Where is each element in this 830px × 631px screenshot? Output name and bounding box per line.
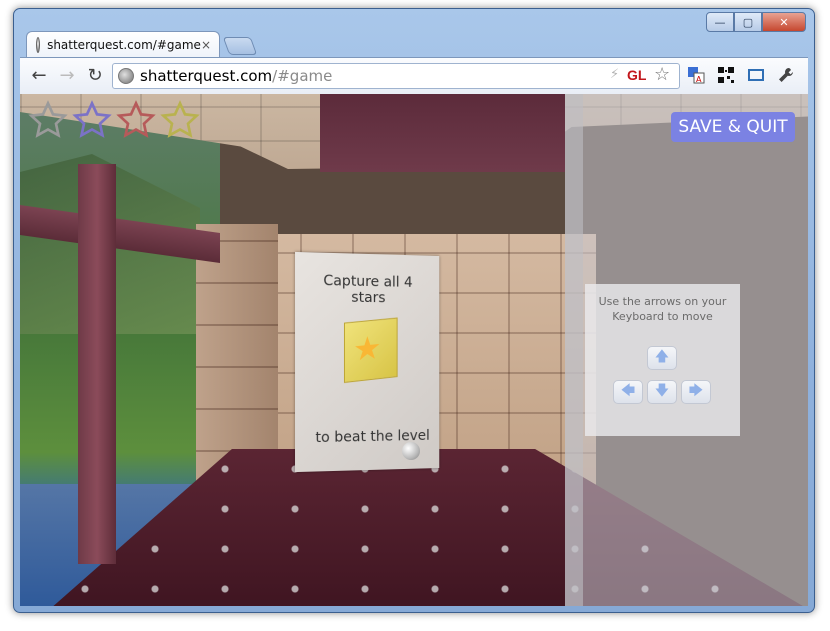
sign-line-1: Capture all 4 stars [323, 272, 413, 307]
arrow-down-key-icon: 🡇 [647, 380, 677, 404]
translate-icon[interactable]: A [686, 65, 706, 85]
tab-game[interactable]: shatterquest.com/#game × [26, 31, 220, 58]
close-window-button[interactable]: ✕ [762, 12, 806, 32]
save-quit-button[interactable]: SAVE & QUIT [671, 112, 795, 142]
ceiling-panel [320, 94, 565, 172]
window-beam-vertical [78, 164, 116, 564]
hint-sign: Capture all 4 stars to beat the level [295, 251, 440, 473]
fullscreen-icon[interactable] [746, 65, 766, 85]
star-counter [26, 100, 202, 140]
star-cube-icon [343, 317, 398, 383]
glass-edge [565, 94, 583, 606]
url-text: shatterquest.com/#game [140, 67, 332, 85]
address-bar[interactable]: shatterquest.com/#game ⚡ GL ☆ [112, 63, 680, 89]
wrench-icon[interactable] [776, 65, 796, 85]
globe-icon [118, 68, 134, 84]
url-host: shatterquest.com [140, 67, 273, 85]
star-outline-icon [26, 100, 70, 140]
minimize-button[interactable]: — [706, 12, 734, 32]
url-path: /#game [272, 67, 333, 85]
globe-icon [36, 37, 41, 53]
qr-code-icon[interactable] [716, 65, 736, 85]
toolbar: ← → ↻ shatterquest.com/#game ⚡ GL ☆ A [20, 57, 808, 94]
tab-title: shatterquest.com/#game [47, 38, 201, 52]
window-controls: — ▢ ✕ [706, 12, 806, 32]
tab-close-button[interactable]: × [201, 38, 211, 52]
maximize-button[interactable]: ▢ [734, 12, 762, 32]
sign-line-2: to beat the level [315, 427, 430, 447]
arrow-left-key-icon: 🡄 [613, 380, 643, 404]
arrow-right-key-icon: 🡆 [681, 380, 711, 404]
bolt-icon: ⚡ [610, 67, 620, 82]
browser-window: — ▢ ✕ shatterquest.com/#game × ← → ↻ sha… [13, 8, 815, 613]
game-viewport[interactable]: Capture all 4 stars to beat the level Us… [20, 94, 808, 606]
svg-text:A: A [696, 75, 702, 84]
star-outline-icon [114, 100, 158, 140]
back-button[interactable]: ← [28, 65, 50, 86]
bookmark-star-icon[interactable]: ☆ [654, 64, 670, 85]
star-outline-icon [70, 100, 114, 140]
new-tab-button[interactable] [222, 37, 258, 55]
player-ball [402, 442, 420, 460]
reload-button[interactable]: ↻ [84, 65, 106, 86]
controls-instructions: Use the arrows on your Keyboard to move … [585, 284, 740, 436]
arrow-up-key-icon: 🡅 [647, 346, 677, 370]
gl-badge[interactable]: GL [627, 67, 646, 83]
instructions-text: Use the arrows on your Keyboard to move [598, 295, 727, 323]
forward-button[interactable]: → [56, 65, 78, 86]
star-outline-icon [158, 100, 202, 140]
